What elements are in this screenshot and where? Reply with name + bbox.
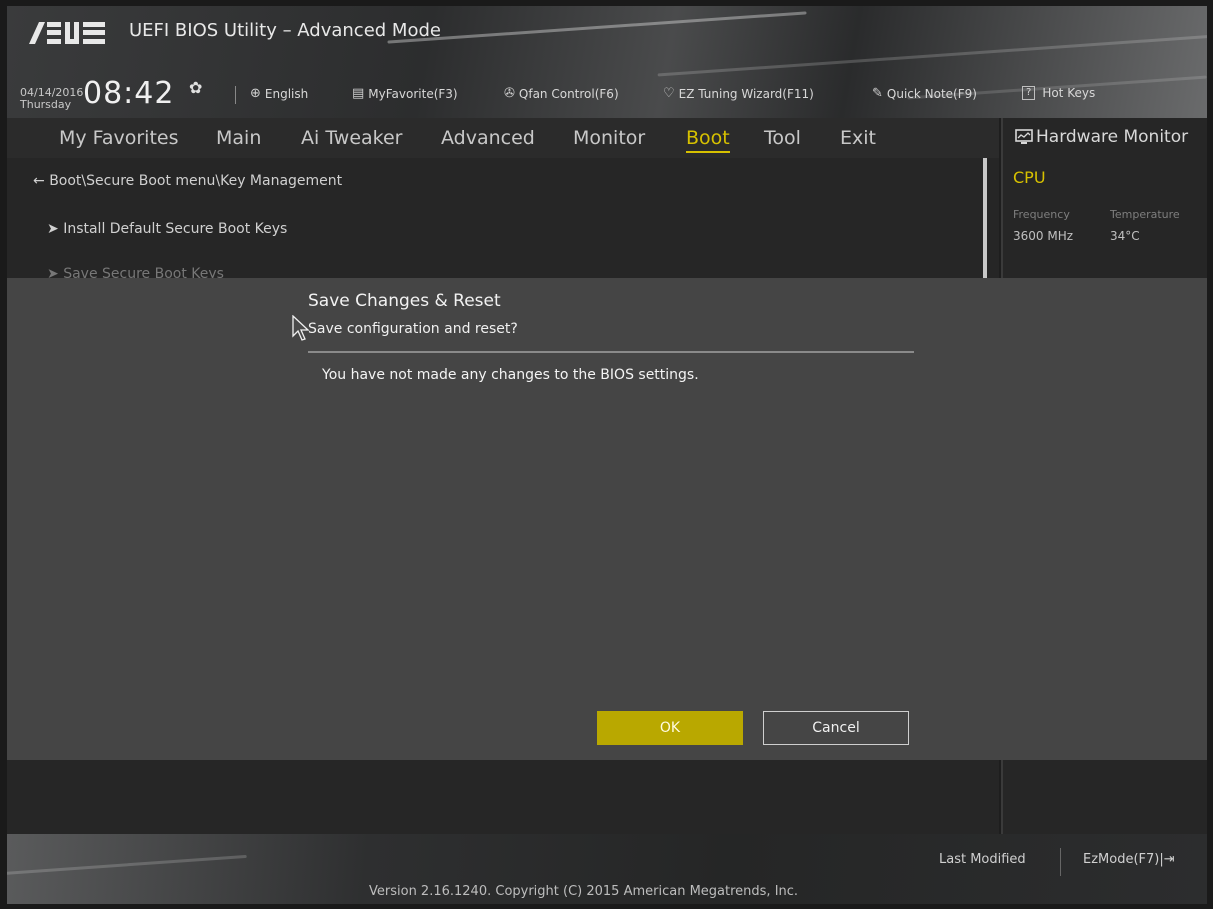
content-scrollbar[interactable]	[983, 158, 987, 298]
version-text: Version 2.16.1240. Copyright (C) 2015 Am…	[369, 884, 799, 899]
language-button[interactable]: ⊕ English	[250, 86, 308, 101]
monitor-icon	[1015, 129, 1033, 144]
tab-main[interactable]: Main	[216, 127, 261, 149]
ezmode-label: EzMode(F7)	[1083, 852, 1160, 867]
menu-item-install-default-keys[interactable]: ➤ Install Default Secure Boot Keys	[47, 221, 287, 237]
temperature-value: 34°C	[1110, 229, 1140, 243]
back-arrow-icon[interactable]: ←	[33, 173, 45, 189]
temperature-label: Temperature	[1110, 208, 1180, 221]
tab-exit[interactable]: Exit	[840, 127, 876, 149]
quick-note-button[interactable]: ✎ Quick Note(F9)	[872, 86, 977, 101]
dialog-subtitle: Save configuration and reset?	[308, 321, 518, 337]
ez-tuning-label: EZ Tuning Wizard(F11)	[678, 86, 814, 101]
decor-streak	[387, 11, 807, 44]
menu-item-label: Install Default Secure Boot Keys	[63, 221, 288, 237]
cpu-section-label: CPU	[1013, 168, 1046, 187]
myfavorite-label: MyFavorite(F3)	[368, 86, 458, 101]
mouse-cursor-icon	[292, 315, 310, 341]
qfan-control-button[interactable]: ✇ Qfan Control(F6)	[504, 86, 619, 101]
decor-streak	[657, 34, 1207, 77]
tab-ai-tweaker[interactable]: Ai Tweaker	[301, 127, 402, 149]
frequency-value: 3600 MHz	[1013, 229, 1074, 243]
header-bar: UEFI BIOS Utility – Advanced Mode	[7, 6, 1207, 118]
hw-title-text: Hardware Monitor	[1036, 127, 1189, 147]
qfan-label: Qfan Control(F6)	[518, 86, 619, 101]
app-title: UEFI BIOS Utility – Advanced Mode	[129, 20, 441, 41]
myfavorite-button[interactable]: ▤ MyFavorite(F3)	[352, 86, 458, 101]
toolbar-divider	[235, 86, 236, 104]
bios-window: UEFI BIOS Utility – Advanced Mode 04/14/…	[7, 6, 1207, 904]
language-label: English	[264, 86, 309, 101]
tab-advanced[interactable]: Advanced	[441, 127, 535, 149]
dialog-title: Save Changes & Reset	[308, 291, 501, 311]
bulb-icon: ♡	[663, 86, 675, 101]
quick-note-label: Quick Note(F9)	[886, 86, 977, 101]
ok-button[interactable]: OK	[597, 711, 743, 745]
note-icon: ✎	[872, 86, 883, 101]
frequency-label: Frequency	[1013, 208, 1070, 221]
hardware-monitor-title: Hardware Monitor	[1015, 127, 1188, 147]
dialog-divider	[308, 351, 914, 353]
chevron-right-icon: ➤	[47, 221, 59, 237]
date-display: 04/14/2016 Thursday	[20, 87, 83, 111]
asus-logo	[29, 22, 105, 44]
day-text: Thursday	[20, 98, 72, 111]
hot-keys-button[interactable]: ? Hot Keys	[1022, 86, 1095, 100]
help-icon: ?	[1022, 86, 1036, 100]
hot-keys-label: Hot Keys	[1042, 86, 1096, 100]
tab-monitor[interactable]: Monitor	[573, 127, 645, 149]
tab-boot[interactable]: Boot	[686, 127, 730, 153]
cancel-button[interactable]: Cancel	[763, 711, 909, 745]
gear-icon[interactable]: ✿	[189, 78, 202, 97]
tab-my-favorites[interactable]: My Favorites	[59, 127, 179, 149]
tab-tool[interactable]: Tool	[764, 127, 801, 149]
breadcrumb[interactable]: ← Boot\Secure Boot menu\Key Management	[33, 173, 342, 189]
last-modified-button[interactable]: Last Modified	[939, 852, 1026, 867]
clock: 08:42	[83, 76, 175, 111]
exit-arrow-icon: |⇥	[1159, 852, 1175, 867]
dialog-message: You have not made any changes to the BIO…	[322, 367, 699, 383]
globe-icon: ⊕	[250, 86, 261, 101]
breadcrumb-path: Boot\Secure Boot menu\Key Management	[49, 173, 343, 189]
ezmode-button[interactable]: EzMode(F7)|⇥	[1083, 852, 1175, 867]
ez-tuning-wizard-button[interactable]: ♡ EZ Tuning Wizard(F11)	[663, 86, 814, 101]
footer-divider	[1060, 848, 1061, 876]
fan-icon: ✇	[504, 86, 515, 101]
favorite-icon: ▤	[352, 86, 365, 101]
decor-streak	[7, 854, 247, 877]
